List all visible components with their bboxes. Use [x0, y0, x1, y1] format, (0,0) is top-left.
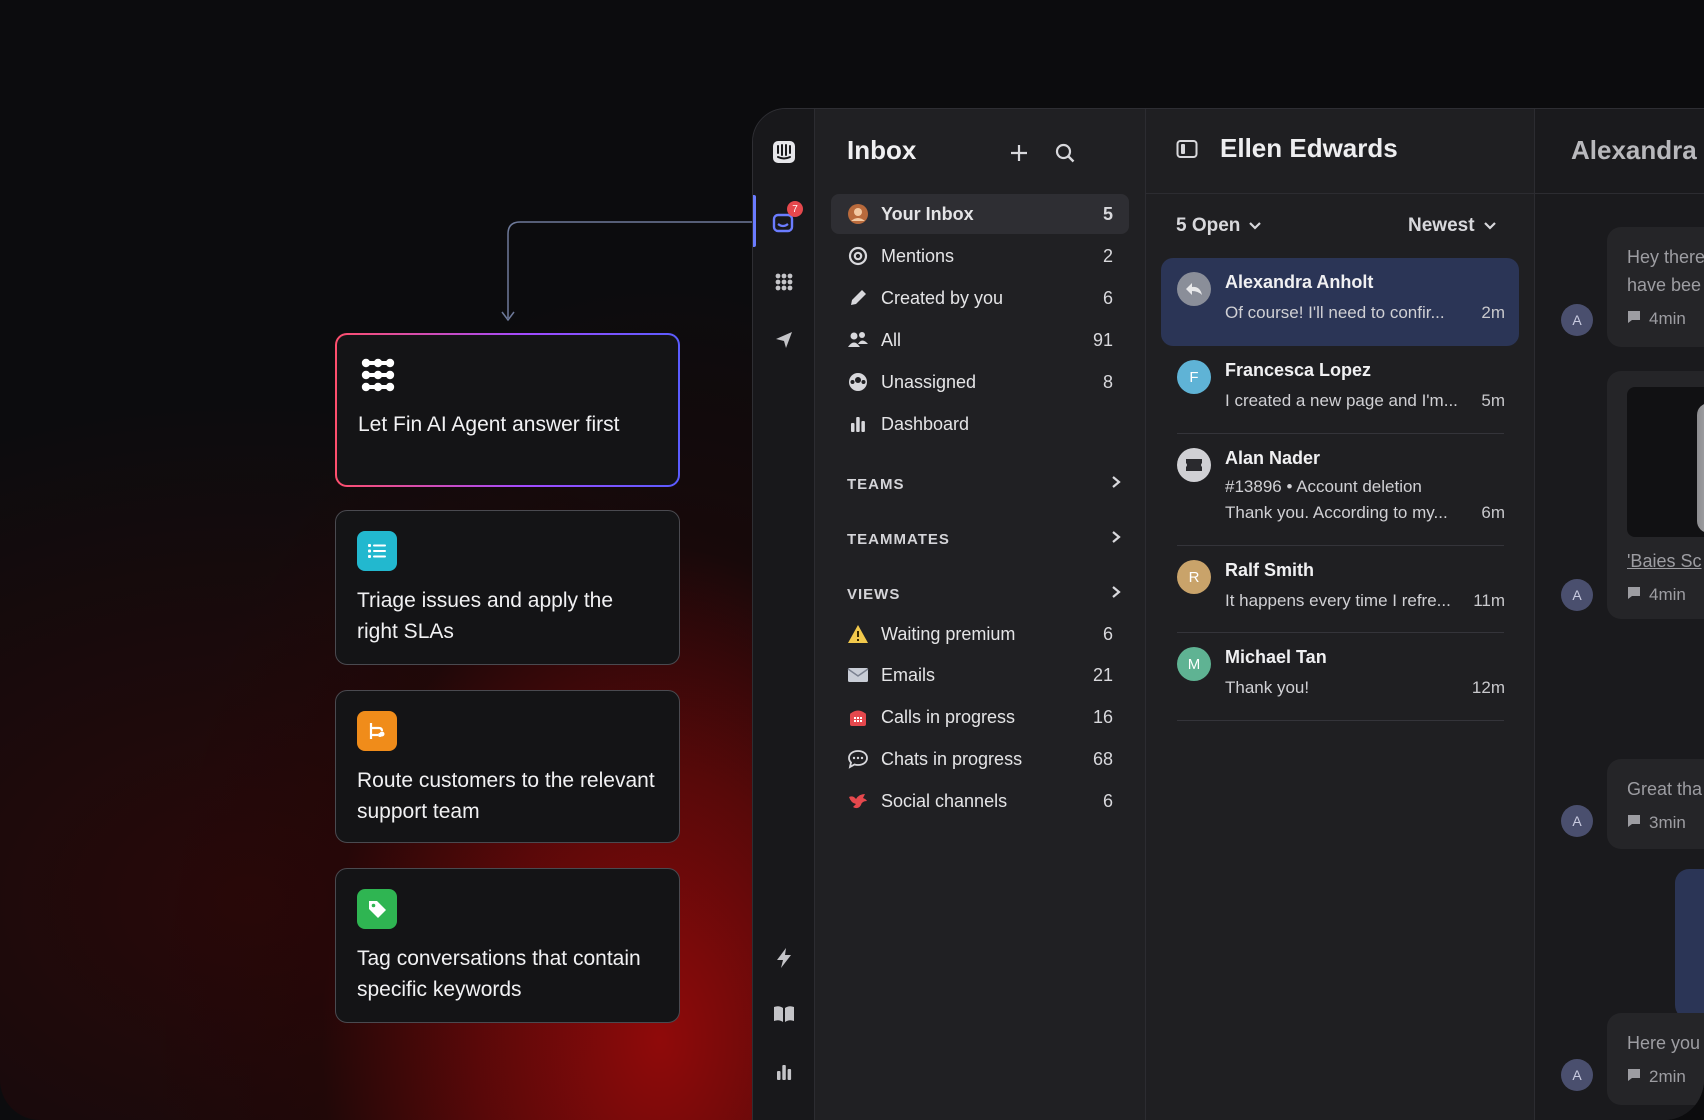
message-bubble: Great tha 3min — [1607, 759, 1704, 849]
list-title: Ellen Edwards — [1220, 133, 1398, 163]
list-icon — [357, 531, 397, 571]
agent-message-bubble — [1675, 869, 1704, 1019]
inbox-icon[interactable]: 7 — [771, 201, 803, 235]
apps-icon[interactable] — [771, 269, 797, 295]
feature-card-triage[interactable]: Triage issues and apply the right SLAs — [335, 510, 680, 665]
chevron-down-icon — [1248, 215, 1262, 237]
plus-icon[interactable] — [1007, 141, 1031, 165]
search-icon[interactable] — [1053, 141, 1077, 165]
phone-icon — [847, 706, 869, 728]
avatar: F — [1177, 360, 1211, 394]
chevron-right-icon — [1111, 475, 1121, 493]
conversation-item[interactable]: Alexandra Anholt Of course! I'll need to… — [1161, 258, 1519, 346]
unassigned-icon — [847, 371, 869, 393]
speech-icon — [847, 748, 869, 770]
bolt-icon[interactable] — [771, 945, 797, 971]
comment-icon — [1627, 305, 1641, 333]
send-icon[interactable] — [771, 327, 797, 353]
product-image — [1627, 387, 1704, 537]
ticket-avatar-icon — [1177, 448, 1211, 482]
chevron-right-icon — [1111, 530, 1121, 548]
route-icon — [357, 711, 397, 751]
avatar: R — [1177, 560, 1211, 594]
tag-icon — [357, 889, 397, 929]
feature-label: Route customers to the relevant support … — [357, 769, 655, 823]
divider — [1177, 720, 1504, 721]
avatar: M — [1177, 647, 1211, 681]
feature-label: Tag conversations that contain specific … — [357, 947, 641, 1001]
comment-icon — [1627, 809, 1641, 837]
conversation-item[interactable]: R Ralf Smith It happens every time I ref… — [1161, 546, 1519, 632]
conversation-item[interactable]: M Michael Tan Thank you! 12m — [1161, 633, 1519, 719]
chat-pane: Alexandra Hey there have bee 4min A 'Bai… — [1535, 109, 1704, 1120]
notification-badge: 7 — [787, 201, 803, 217]
chat-title: Alexandra — [1571, 135, 1697, 165]
status-filter[interactable]: 5 Open — [1176, 215, 1262, 237]
view-waiting-premium[interactable]: Waiting premium 6 — [831, 614, 1129, 654]
bar-chart-icon — [847, 413, 869, 435]
feature-card-route[interactable]: Route customers to the relevant support … — [335, 690, 680, 843]
active-indicator — [753, 195, 756, 247]
reply-avatar-icon — [1177, 272, 1211, 306]
inbox-nav: Inbox Your Inbox 5 Mentions 2 Created by… — [815, 109, 1146, 1120]
view-emails[interactable]: Emails 21 — [831, 655, 1129, 695]
logo-icon[interactable] — [771, 139, 797, 165]
feature-card-fin[interactable]: Let Fin AI Agent answer first — [335, 333, 680, 487]
reports-icon[interactable] — [771, 1059, 797, 1085]
comment-icon — [1627, 581, 1641, 609]
workflow-connector — [501, 221, 752, 322]
inbox-title: Inbox — [847, 135, 917, 165]
feature-label: Let Fin AI Agent answer first — [358, 413, 620, 436]
sort-filter[interactable]: Newest — [1408, 215, 1497, 237]
warning-icon — [847, 623, 869, 645]
nav-item-unassigned[interactable]: Unassigned 8 — [831, 362, 1129, 402]
fin-icon — [358, 355, 398, 395]
bird-icon — [847, 790, 869, 812]
nav-item-your-inbox[interactable]: Your Inbox 5 — [831, 194, 1129, 234]
avatar: A — [1561, 579, 1593, 611]
avatar-icon — [847, 203, 869, 225]
chevron-right-icon — [1111, 585, 1121, 603]
conversation-list: Ellen Edwards 5 Open Newest Alexandra An… — [1146, 109, 1535, 1120]
nav-item-dashboard[interactable]: Dashboard — [831, 404, 1129, 444]
conversation-item[interactable]: Alan Nader #13896 • Account deletion Tha… — [1161, 434, 1519, 544]
avatar: A — [1561, 1059, 1593, 1091]
message-bubble: 'Baies Sc 4min — [1607, 371, 1704, 619]
pencil-icon — [847, 287, 869, 309]
nav-item-all[interactable]: All 91 — [831, 320, 1129, 360]
view-calls-in-progress[interactable]: Calls in progress 16 — [831, 697, 1129, 737]
message-bubble: Here you 2min — [1607, 1013, 1704, 1105]
app-window: 7 Inbox Your Inbox 5 Mentions 2 Created … — [752, 108, 1704, 1120]
avatar: A — [1561, 304, 1593, 336]
at-icon — [847, 245, 869, 267]
chevron-down-icon — [1483, 215, 1497, 237]
app-rail: 7 — [753, 109, 815, 1120]
conversation-item[interactable]: F Francesca Lopez I created a new page a… — [1161, 346, 1519, 432]
list-header: Ellen Edwards — [1146, 109, 1534, 194]
avatar: A — [1561, 805, 1593, 837]
marketing-stage: Let Fin AI Agent answer first Triage iss… — [0, 0, 1704, 1120]
section-teammates[interactable]: TEAMMATES — [847, 530, 1121, 548]
message-bubble: Hey there have bee 4min — [1607, 227, 1704, 347]
view-chats-in-progress[interactable]: Chats in progress 68 — [831, 739, 1129, 779]
nav-item-mentions[interactable]: Mentions 2 — [831, 236, 1129, 276]
envelope-icon — [847, 664, 869, 686]
view-social-channels[interactable]: Social channels 6 — [831, 781, 1129, 821]
section-views[interactable]: VIEWS — [847, 585, 1121, 603]
book-icon[interactable] — [771, 1001, 797, 1027]
section-teams[interactable]: TEAMS — [847, 475, 1121, 493]
sidebar-toggle-icon[interactable] — [1176, 139, 1198, 164]
people-icon — [847, 329, 869, 351]
comment-icon — [1627, 1063, 1641, 1091]
feature-card-tag[interactable]: Tag conversations that contain specific … — [335, 868, 680, 1023]
chat-header: Alexandra — [1535, 109, 1704, 194]
nav-item-created-by-you[interactable]: Created by you 6 — [831, 278, 1129, 318]
feature-label: Triage issues and apply the right SLAs — [357, 589, 614, 643]
